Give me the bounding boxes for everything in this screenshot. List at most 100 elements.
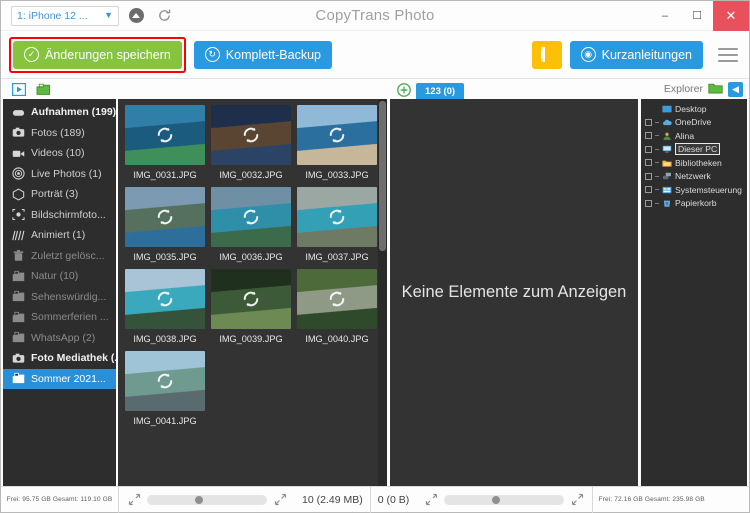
sidebar-item-label: Videos (10) [31, 147, 85, 160]
pc-zoom-control[interactable] [416, 487, 592, 513]
sidebar-item-6[interactable]: Animiert (1) [3, 225, 116, 246]
pc-selection-count: 0 (0 B) [377, 493, 410, 506]
thumbnail-image[interactable] [125, 187, 205, 247]
thumbnail-item[interactable]: IMG_0031.JPG [122, 105, 208, 183]
thumbnail-image[interactable] [211, 105, 291, 165]
full-backup-button[interactable]: ↻ Komplett-Backup [193, 40, 332, 69]
expand-checkbox[interactable] [645, 132, 652, 140]
explorer-item-2[interactable]: Alina [641, 129, 747, 143]
sidebar-item-label: Aufnahmen (199) [31, 106, 116, 119]
thumbnail-image[interactable] [211, 187, 291, 247]
folder-icon[interactable] [708, 82, 723, 97]
thumbnail-item[interactable]: IMG_0041.JPG [122, 351, 208, 429]
thumbnail-image[interactable] [125, 105, 205, 165]
hamburger-menu-icon[interactable] [715, 43, 741, 67]
album-tab-icon[interactable] [36, 82, 51, 96]
refresh-button[interactable] [153, 5, 175, 27]
thumbnail-item[interactable]: IMG_0039.JPG [208, 269, 294, 347]
sidebar-item-8[interactable]: Natur (10) [3, 266, 116, 287]
sidebar-item-12[interactable]: Foto Mediathek (... [3, 348, 116, 369]
close-button[interactable]: ✕ [713, 0, 749, 31]
sidebar-item-3[interactable]: Live Photos (1) [3, 164, 116, 185]
thumbnail-image[interactable] [211, 269, 291, 329]
zoom-out-icon[interactable] [424, 493, 438, 507]
explorer-tree[interactable]: Desktop OneDrive Alina Dieser PC Bibliotheke… [641, 99, 747, 486]
sidebar-item-1[interactable]: Fotos (189) [3, 123, 116, 144]
explorer-item-1[interactable]: OneDrive [641, 116, 747, 130]
device-selector[interactable]: 1: iPhone 12 ... ▼ [11, 5, 119, 26]
thumbnail-filename: IMG_0036.JPG [219, 252, 283, 262]
thumbnail-item[interactable]: IMG_0040.JPG [294, 269, 380, 347]
thumbnail-image[interactable] [297, 187, 377, 247]
help-circle-icon: ◉ [580, 47, 596, 62]
sidebar-item-11[interactable]: WhatsApp (2) [3, 328, 116, 349]
pc-tab-strip: 123 (0) [390, 79, 638, 99]
zoom-in-icon[interactable] [273, 493, 287, 507]
expand-checkbox[interactable] [645, 159, 652, 167]
eject-device-button[interactable] [125, 5, 147, 27]
explorer-item-4[interactable]: Bibliotheken [641, 156, 747, 170]
thumbnail-filename: IMG_0032.JPG [219, 170, 283, 180]
explorer-item-label: Bibliotheken [675, 157, 722, 168]
sidebar-item-9[interactable]: Sehenswürdig... [3, 287, 116, 308]
thumbnail-item[interactable]: IMG_0037.JPG [294, 187, 380, 265]
expand-checkbox[interactable] [645, 118, 652, 126]
explorer-item-5[interactable]: Netzwerk [641, 170, 747, 184]
title-bar: 1: iPhone 12 ... ▼ CopyTrans Photo – ☐ ✕ [1, 0, 749, 31]
maximize-button[interactable]: ☐ [681, 1, 713, 31]
full-backup-label: Komplett-Backup [225, 47, 321, 62]
thumbnail-image[interactable] [125, 269, 205, 329]
sidebar-item-5[interactable]: Bildschirmfoto... [3, 205, 116, 226]
thumbnail-scrollbar[interactable] [378, 99, 387, 486]
user-icon [662, 131, 672, 141]
thumbnail-filename: IMG_0038.JPG [133, 334, 197, 344]
expand-checkbox[interactable] [645, 199, 652, 207]
thumbnail-filename: IMG_0037.JPG [305, 252, 369, 262]
sidebar-item-0[interactable]: Aufnahmen (199) [3, 102, 116, 123]
camera-icon [12, 126, 25, 139]
tips-bulb-button[interactable] [531, 40, 562, 69]
sidebar-item-4[interactable]: Porträt (3) [3, 184, 116, 205]
thumbnail-item[interactable]: IMG_0033.JPG [294, 105, 380, 183]
expand-checkbox[interactable] [645, 186, 652, 194]
sync-refresh-icon [329, 209, 345, 225]
explorer-item-0[interactable]: Desktop [641, 102, 747, 116]
camera-icon [12, 352, 25, 365]
slider-knob[interactable] [492, 495, 501, 504]
computer-icon [662, 144, 672, 154]
thumbnail-item[interactable]: IMG_0036.JPG [208, 187, 294, 265]
zoom-out-icon[interactable] [127, 493, 141, 507]
pc-thumbnail-size-slider[interactable] [444, 494, 565, 505]
thumbnail-item[interactable]: IMG_0032.JPG [208, 105, 294, 183]
thumbnail-image[interactable] [297, 105, 377, 165]
save-changes-button[interactable]: ✓ Änderungen speichern [13, 40, 182, 69]
album-icon [12, 270, 25, 283]
device-zoom-control[interactable] [119, 487, 295, 513]
expand-checkbox[interactable] [645, 145, 652, 153]
explorer-item-6[interactable]: Systemsteuerung [641, 183, 747, 197]
sidebar-item-7[interactable]: Zuletzt gelösc... [3, 246, 116, 267]
thumbnail-item[interactable]: IMG_0038.JPG [122, 269, 208, 347]
video-tab-icon[interactable] [11, 82, 26, 96]
thumbnail-item[interactable]: IMG_0035.JPG [122, 187, 208, 265]
slider-knob[interactable] [195, 495, 203, 504]
collapse-left-icon[interactable]: ◀ [728, 81, 743, 97]
sidebar-item-13[interactable]: Sommer 2021... [3, 368, 116, 389]
plus-circle-icon[interactable] [397, 83, 411, 97]
minimize-button[interactable]: – [649, 1, 681, 31]
sidebar-item-label: Animiert (1) [31, 229, 86, 242]
sidebar-item-2[interactable]: Videos (10) [3, 143, 116, 164]
expand-checkbox[interactable] [645, 172, 652, 180]
device-album-tree[interactable]: Aufnahmen (199) Fotos (189) Videos (10) Liv… [3, 99, 116, 486]
sidebar-item-10[interactable]: Sommerferien ... [3, 307, 116, 328]
pc-tab-123[interactable]: 123 (0) [416, 83, 465, 99]
thumbnail-area[interactable]: IMG_0031.JPG IMG_0032.JPG IMG_0033.JPG IMG_… [118, 99, 387, 486]
quick-guides-button[interactable]: ◉ Kurzanleitungen [569, 40, 703, 69]
device-thumbnail-size-slider[interactable] [147, 494, 267, 505]
thumbnail-image[interactable] [125, 351, 205, 411]
explorer-item-3[interactable]: Dieser PC [641, 143, 747, 157]
explorer-item-7[interactable]: Papierkorb [641, 197, 747, 211]
thumbnail-image[interactable] [297, 269, 377, 329]
scrollbar-thumb[interactable] [379, 101, 386, 251]
zoom-in-icon[interactable] [570, 493, 584, 507]
